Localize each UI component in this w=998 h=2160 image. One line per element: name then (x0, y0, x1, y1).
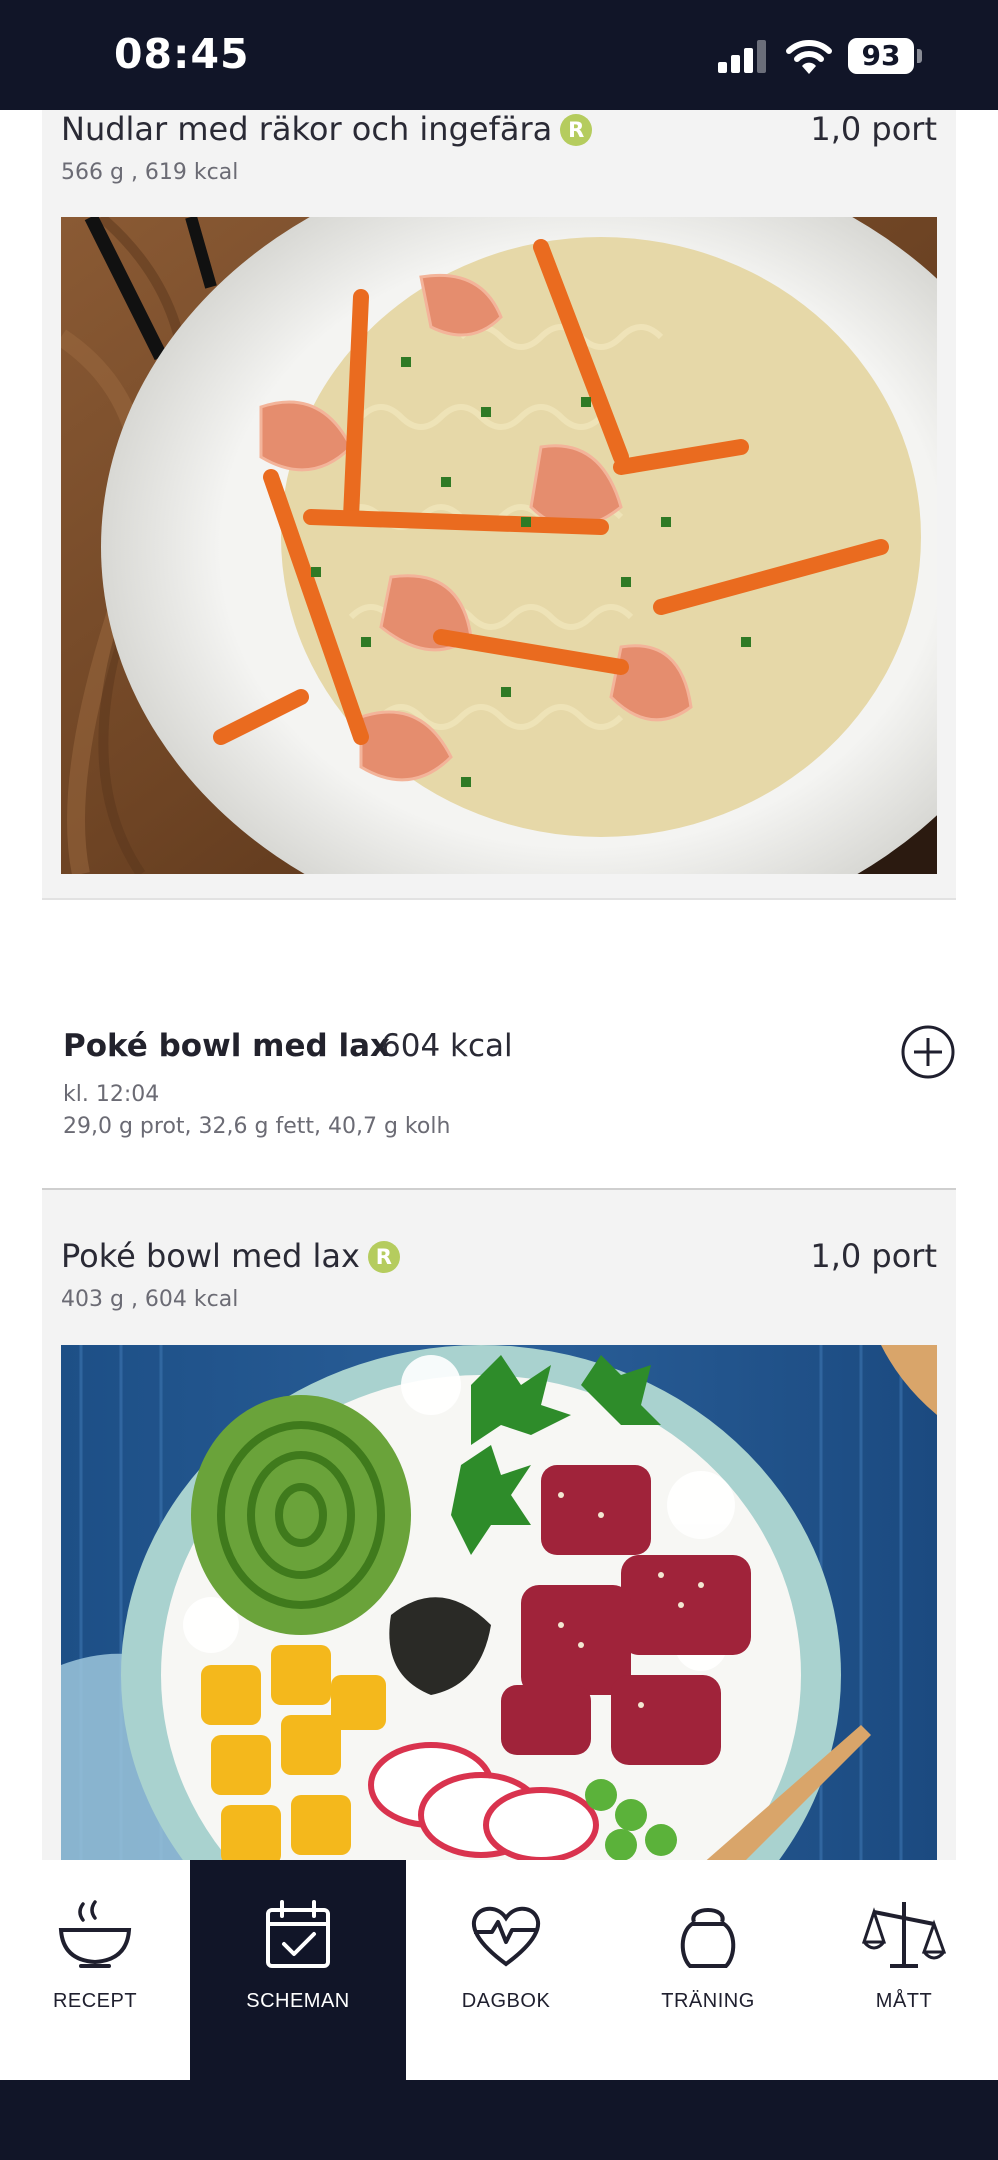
recipe-card[interactable]: Poké bowl med lax R 1,0 port 403 g , 604 … (42, 1190, 956, 1865)
plus-circle-icon[interactable] (900, 1024, 956, 1080)
battery-level: 93 (848, 38, 914, 74)
nav-label: TRÄNING (661, 1990, 755, 2012)
heart-pulse-icon (471, 1906, 541, 1967)
status-bar: 08:45 93 (0, 0, 998, 110)
recipe-title: Poké bowl med lax (61, 1237, 360, 1275)
nav-item-traning[interactable]: TRÄNING (606, 1860, 810, 2080)
nav-label: SCHEMAN (246, 1990, 350, 2012)
portion-label[interactable]: 1,0 port (810, 1237, 937, 1275)
recipe-title: Nudlar med räkor och ingefära (61, 110, 553, 148)
nav-item-dagbok[interactable]: DAGBOK (406, 1860, 606, 2080)
nav-item-recept[interactable]: RECEPT (0, 1860, 190, 2080)
bottom-navigation: RECEPT SCHEMAN DAGBOK TRÄNING MÅTT (0, 1860, 998, 2080)
meal-time: kl. 12:04 (63, 1082, 160, 1107)
recipe-title-row: Nudlar med räkor och ingefära R (61, 110, 593, 148)
recipe-card[interactable]: Nudlar med räkor och ingefära R 1,0 port … (42, 110, 956, 900)
weight-kcal-label: 403 g , 604 kcal (61, 1287, 239, 1312)
poke-bowl-photo[interactable] (61, 1345, 937, 1865)
home-indicator-bar (0, 2080, 998, 2160)
meal-summary[interactable]: Poké bowl med lax 604 kcal kl. 12:04 29,… (42, 1010, 956, 1190)
kettlebell-icon (680, 1908, 736, 1968)
meal-name: Poké bowl med lax (63, 1028, 391, 1064)
nav-label: RECEPT (52, 1990, 138, 2012)
portion-label[interactable]: 1,0 port (810, 110, 937, 148)
weight-kcal-label: 566 g , 619 kcal (61, 160, 239, 185)
nav-item-matt[interactable]: MÅTT (810, 1860, 998, 2080)
nav-item-scheman[interactable]: SCHEMAN (190, 1860, 406, 2080)
recipe-badge-icon: R (367, 1241, 400, 1273)
bowl-icon (58, 1900, 132, 1968)
battery-icon: 93 (848, 38, 924, 76)
wifi-icon (786, 40, 832, 74)
meal-kcal: 604 kcal (381, 1028, 513, 1064)
cellular-signal-icon (718, 40, 766, 73)
meal-macros: 29,0 g prot, 32,6 g fett, 40,7 g kolh (63, 1114, 451, 1139)
recipe-title-row: Poké bowl med lax R (61, 1237, 400, 1275)
shrimp-noodle-photo[interactable] (61, 217, 937, 874)
clock: 08:45 (114, 30, 250, 78)
calendar-check-icon (266, 1900, 330, 1968)
nav-label: MÅTT (875, 1990, 933, 2012)
nav-label: DAGBOK (461, 1990, 551, 2012)
scale-icon (862, 1902, 946, 1968)
recipe-badge-icon: R (560, 114, 593, 146)
